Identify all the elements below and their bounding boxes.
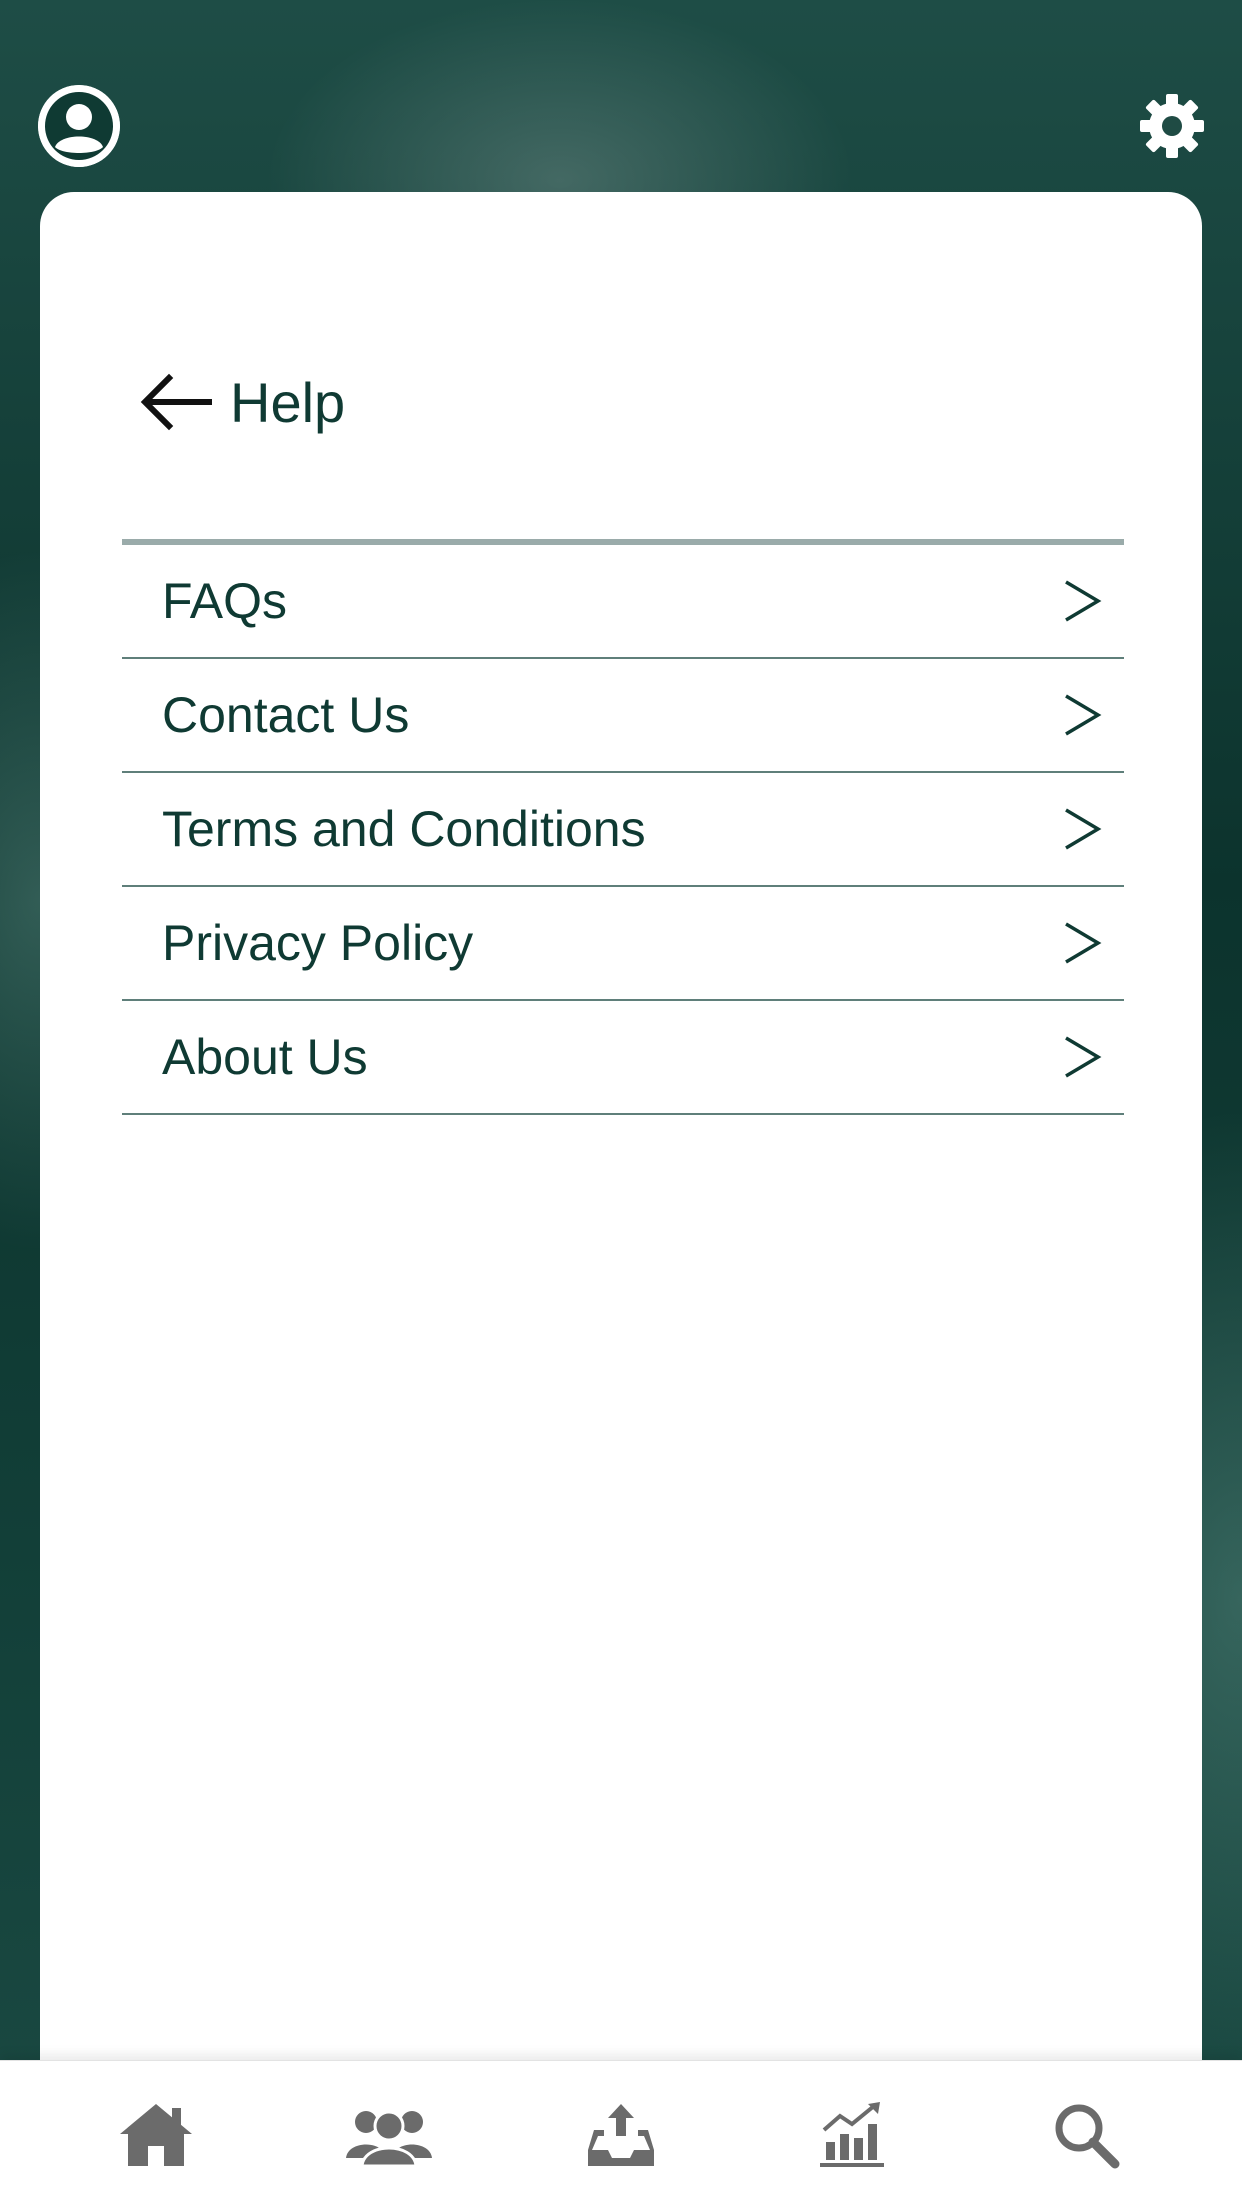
arrow-left-icon [140, 373, 212, 431]
menu-item-label: Terms and Conditions [162, 801, 646, 857]
menu-item-label: Contact Us [162, 687, 410, 743]
chevron-right-icon [1065, 1036, 1102, 1078]
tab-analytics[interactable] [798, 2080, 908, 2190]
tab-search[interactable] [1031, 2080, 1141, 2190]
menu-item-privacy-policy[interactable]: Privacy Policy [122, 887, 1124, 1001]
users-icon [345, 2110, 432, 2167]
help-card: Help FAQs Contact Us Terms and Condition… [40, 192, 1202, 2092]
page-header: Help [136, 362, 345, 442]
help-menu: FAQs Contact Us Terms and Conditions Pri… [122, 539, 1124, 1115]
chevron-right-icon [1065, 580, 1102, 622]
bottom-tab-bar [0, 2060, 1242, 2208]
upload-tray-icon [587, 2103, 654, 2166]
user-circle-icon [38, 85, 120, 167]
tab-upload[interactable] [566, 2080, 676, 2190]
profile-button[interactable] [38, 85, 120, 167]
settings-button[interactable] [1138, 92, 1206, 160]
home-icon [120, 2103, 193, 2166]
chevron-right-icon [1065, 922, 1102, 964]
tab-home[interactable] [101, 2080, 211, 2190]
menu-item-terms-and-conditions[interactable]: Terms and Conditions [122, 773, 1124, 887]
tab-people[interactable] [334, 2080, 444, 2190]
menu-item-faqs[interactable]: FAQs [122, 545, 1124, 659]
menu-item-label: FAQs [162, 573, 288, 629]
menu-item-label: About Us [162, 1029, 368, 1085]
chevron-right-icon [1065, 808, 1102, 850]
gear-icon [1140, 94, 1204, 158]
back-button[interactable] [136, 362, 216, 442]
chevron-right-icon [1065, 694, 1102, 736]
search-icon [1055, 2104, 1120, 2168]
menu-item-label: Privacy Policy [162, 915, 474, 971]
menu-item-contact-us[interactable]: Contact Us [122, 659, 1124, 773]
menu-item-about-us[interactable]: About Us [122, 1001, 1124, 1115]
top-bar [0, 0, 1242, 190]
bar-chart-icon [820, 2101, 885, 2167]
page-title: Help [230, 370, 346, 434]
